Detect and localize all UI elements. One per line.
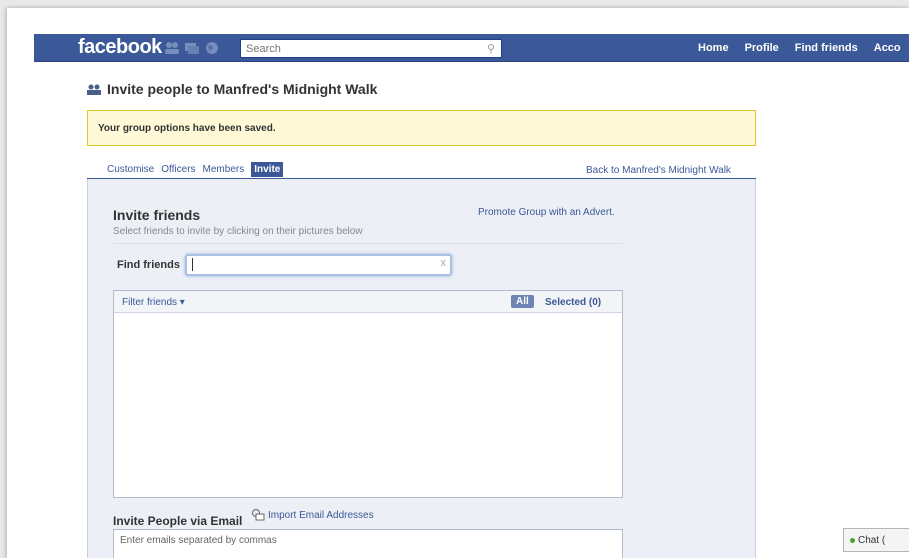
invite-panel: Invite friends Select friends to invite … (87, 179, 756, 558)
chevron-down-icon: ▾ (179, 297, 185, 308)
address-book-icon (252, 509, 265, 521)
top-nav: Home Profile Find friends Acco (698, 42, 901, 54)
tab-officers[interactable]: Officers (161, 164, 195, 175)
selected-count-link[interactable]: Selected (0) (545, 297, 601, 308)
promote-group-link[interactable]: Promote Group with an Advert. (478, 207, 615, 218)
search-input[interactable] (241, 40, 481, 57)
nav-find-friends[interactable]: Find friends (795, 42, 858, 54)
invite-friends-heading: Invite friends (113, 207, 201, 223)
group-tabs: Customise Officers Members Invite (107, 162, 284, 177)
invite-friends-subtitle: Select friends to invite by clicking on … (113, 226, 363, 237)
back-to-group-link[interactable]: Back to Manfred's Midnight Walk (586, 165, 731, 176)
search-field[interactable]: ⚲ (240, 39, 502, 58)
online-status-icon (850, 537, 855, 543)
invite-email-heading: Invite People via Email (113, 514, 243, 528)
filter-friends-label: Filter friends (122, 297, 178, 308)
section-divider (113, 243, 623, 244)
facebook-logo[interactable]: facebook (78, 36, 162, 59)
tab-customise[interactable]: Customise (107, 164, 154, 175)
chat-tab[interactable]: Chat ( (843, 528, 909, 552)
friend-requests-icon[interactable] (164, 41, 180, 55)
friend-picker[interactable]: Filter friends ▾ All Selected (0) (113, 290, 623, 498)
friend-picker-header: Filter friends ▾ All Selected (0) (114, 291, 622, 313)
nav-account[interactable]: Acco (874, 42, 901, 54)
group-icon (87, 84, 101, 95)
page-title: Invite people to Manfred's Midnight Walk (87, 81, 377, 97)
saved-notice: Your group options have been saved. (87, 110, 756, 146)
chat-label: Chat ( (858, 534, 886, 546)
email-input[interactable]: Enter emails separated by commas (113, 529, 623, 558)
notification-jewels (164, 41, 220, 55)
clear-icon[interactable]: x (441, 257, 447, 269)
filter-friends-dropdown[interactable]: Filter friends ▾ (122, 297, 185, 308)
tab-members[interactable]: Members (203, 164, 245, 175)
screenshot-frame: facebook ⚲ Home Profile Find friends Acc… (7, 8, 909, 558)
messages-icon[interactable] (184, 41, 200, 55)
find-friends-input[interactable]: x (185, 254, 452, 276)
tab-invite[interactable]: Invite (251, 162, 284, 177)
all-button[interactable]: All (511, 295, 534, 308)
top-bar: facebook ⚲ Home Profile Find friends Acc… (34, 34, 909, 62)
find-friends-label: Find friends (117, 259, 180, 271)
page-title-text: Invite people to Manfred's Midnight Walk (107, 81, 378, 97)
import-email-link[interactable]: Import Email Addresses (251, 509, 374, 521)
search-icon[interactable]: ⚲ (487, 42, 495, 55)
nav-profile[interactable]: Profile (745, 42, 779, 54)
text-cursor (192, 258, 193, 271)
import-email-label: Import Email Addresses (268, 509, 374, 521)
notifications-globe-icon[interactable] (204, 41, 220, 55)
nav-home[interactable]: Home (698, 42, 729, 54)
